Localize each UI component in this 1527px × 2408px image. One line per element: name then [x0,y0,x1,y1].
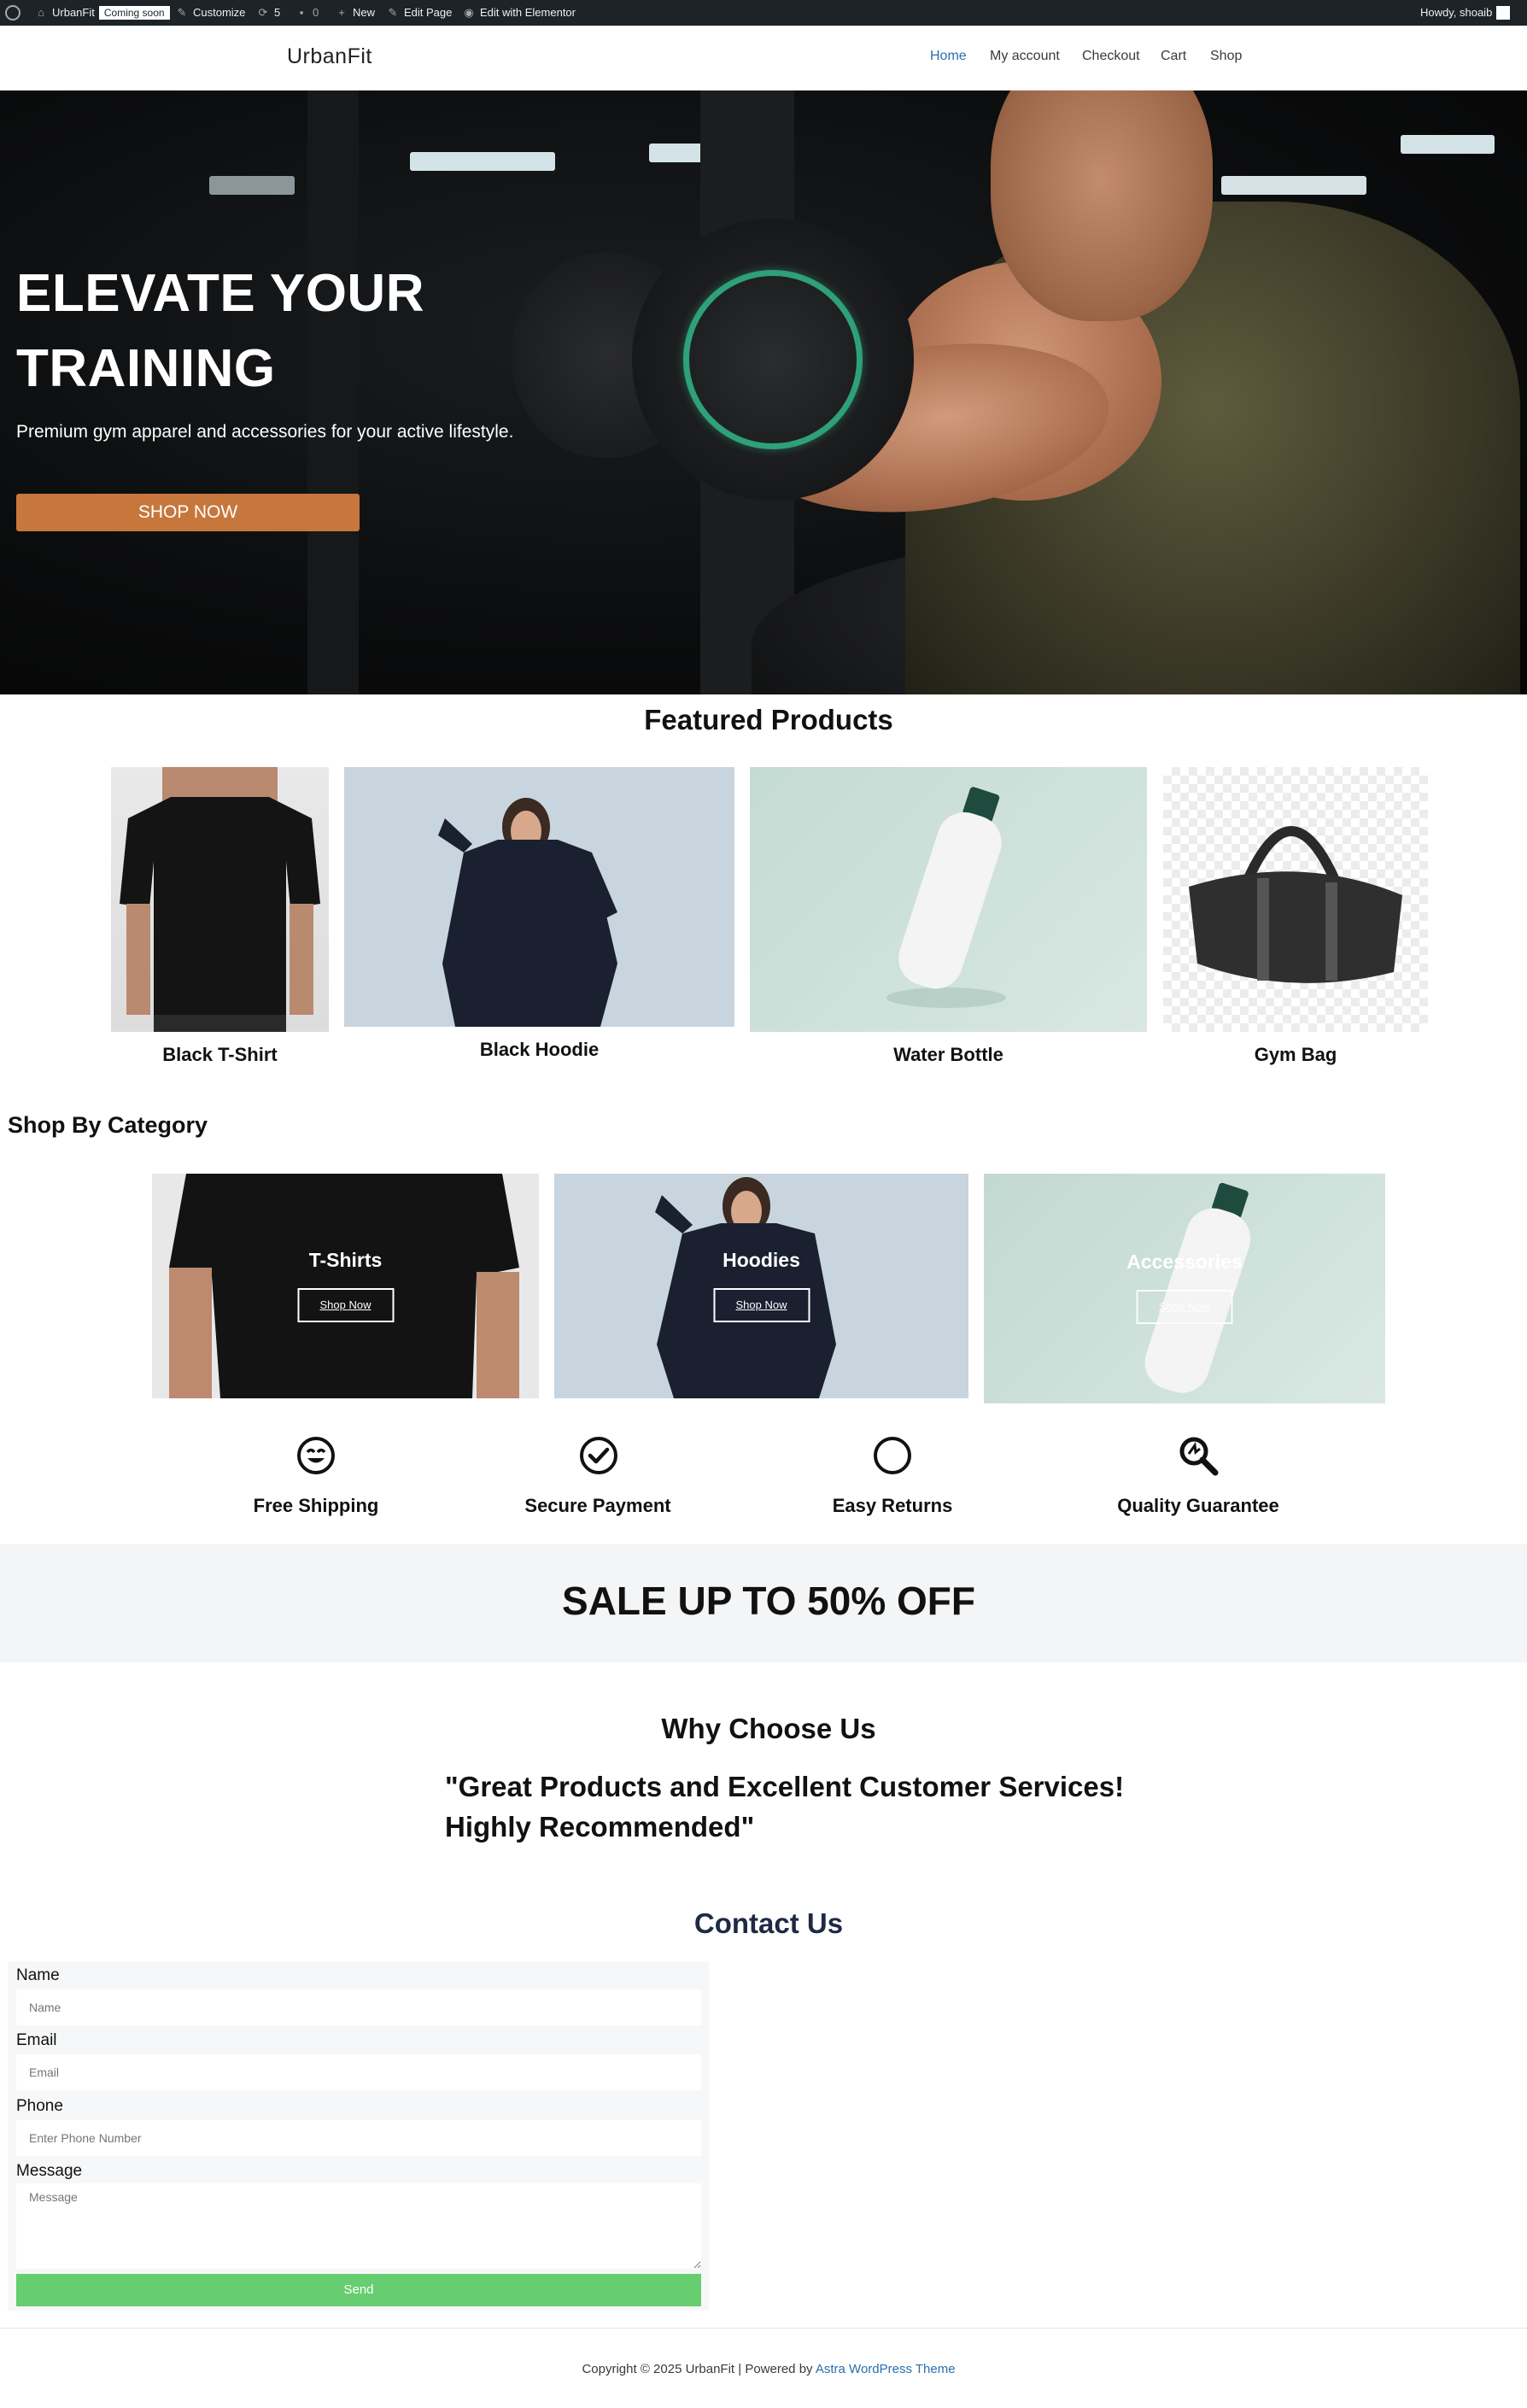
testimonial-quote-line1: "Great Products and Excellent Customer S… [445,1771,1125,1802]
product-name[interactable]: Water Bottle [750,1044,1147,1066]
avatar [1496,6,1511,20]
product-name[interactable]: Gym Bag [1163,1044,1428,1066]
site-footer: Copyright © 2025 UrbanFit | Powered by A… [0,2362,1527,2376]
copyright-text: Copyright © 2025 UrbanFit | Powered by [582,2362,816,2376]
feature-label: Quality Guarantee [1117,1495,1279,1516]
email-label: Email [16,2031,57,2049]
admin-site-name[interactable]: ⌂ UrbanFit Coming soon [34,0,170,26]
product-image-black-tshirt[interactable] [111,767,329,1032]
category-card-accessories[interactable]: Accessories Shop Now [984,1174,1385,1403]
nav-cart[interactable]: Cart [1161,49,1186,64]
athlete-head-image [991,91,1213,321]
sale-text: SALE UP TO 50% OFF [562,1579,975,1623]
ceiling-light [1221,176,1366,195]
footer-divider [0,2328,1527,2329]
edit-elementor-link[interactable]: ◉ Edit with Elementor [462,0,576,26]
testimonial-quote-line2: Highly Recommended" [445,1811,755,1843]
plus-icon: + [338,6,345,19]
hoodie-image [438,798,617,1027]
product-name[interactable]: Black Hoodie [344,1039,734,1061]
category-name: Hoodies [723,1249,800,1271]
message-textarea[interactable] [16,2183,701,2269]
site-logo[interactable]: UrbanFit [287,44,372,69]
feature-label: Easy Returns [832,1495,953,1516]
nav-my-account[interactable]: My account [990,49,1060,64]
ceiling-light [209,176,295,195]
hoodies-category-image [655,1177,836,1398]
comment-icon: ▪ [299,6,304,19]
category-shop-now-button[interactable]: Shop Now [713,1288,810,1322]
smiley-icon [297,1437,335,1474]
new-content-link[interactable]: + New [335,0,375,26]
email-input[interactable] [16,2054,701,2090]
product-image-water-bottle[interactable] [750,767,1147,1032]
customize-link[interactable]: ✎ Customize [175,0,246,26]
product-image-gym-bag[interactable] [1163,767,1428,1032]
astra-theme-link[interactable]: Astra WordPress Theme [816,2362,956,2376]
contact-us-title: Contact Us [693,1907,844,1939]
product-image-black-hoodie[interactable] [344,767,734,1027]
ceiling-light [1401,135,1495,154]
category-card-tshirts[interactable]: T-Shirts Shop Now [152,1174,539,1398]
message-label: Message [16,2162,83,2180]
dumbbell-green-ring [683,270,863,449]
gym-bag-image [1189,826,1402,983]
nav-home[interactable]: Home [930,49,967,64]
pencil-icon: ✎ [388,6,398,19]
phone-label: Phone [16,2097,63,2115]
category-card-hoodies[interactable]: Hoodies Shop Now [554,1174,968,1398]
feature-label: Free Shipping [253,1495,379,1516]
category-name: Accessories [1126,1251,1243,1273]
feature-label: Secure Payment [524,1495,671,1516]
phone-input[interactable] [16,2120,701,2156]
ceiling-light [410,152,555,171]
dashboard-icon: ⌂ [38,6,44,19]
elementor-icon: ◉ [464,6,474,19]
category-shop-now-button[interactable]: Shop Now [297,1288,394,1322]
why-choose-us-title: Why Choose Us [661,1713,876,1744]
account-menu[interactable]: Howdy, shoaib [1420,0,1511,26]
category-name: T-Shirts [308,1249,383,1271]
send-button[interactable]: Send [16,2274,701,2306]
name-label: Name [16,1966,60,1984]
circle-icon [874,1437,911,1474]
wordpress-icon [5,5,20,21]
featured-products-title: Featured Products [644,704,893,735]
category-shop-now-button[interactable]: Shop Now [1136,1290,1233,1324]
nav-checkout[interactable]: Checkout [1082,49,1140,64]
brush-icon: ✎ [177,6,187,19]
updates-link[interactable]: ⟳ 5 [256,0,281,26]
nav-shop[interactable]: Shop [1210,49,1242,64]
coming-soon-badge[interactable]: Coming soon [98,6,170,20]
hero-title: ELEVATE YOUR TRAINING [16,264,424,398]
edit-page-link[interactable]: ✎ Edit Page [386,0,453,26]
shop-now-button[interactable]: SHOP NOW [16,494,360,531]
magnifier-icon [1179,1437,1219,1476]
name-input[interactable] [16,1989,701,2025]
site-header: UrbanFit Home My account Checkout Cart S… [0,26,1527,91]
check-circle-icon [580,1437,617,1474]
shop-by-category-title: Shop By Category [8,1112,208,1138]
tshirt-image [120,767,320,1032]
wordpress-logo-button[interactable] [5,0,20,26]
accessories-category-image [1144,1182,1251,1393]
refresh-icon: ⟳ [258,6,268,19]
admin-bar: ⌂ UrbanFit Coming soon ✎ Customize ⟳ 5 ▪… [0,0,1527,26]
bottle-image [886,787,1006,1008]
comments-link[interactable]: ▪ 0 [295,0,319,26]
product-name[interactable]: Black T-Shirt [111,1044,329,1066]
tshirts-category-image [152,1174,539,1398]
hero-subtitle: Premium gym apparel and accessories for … [16,422,514,442]
